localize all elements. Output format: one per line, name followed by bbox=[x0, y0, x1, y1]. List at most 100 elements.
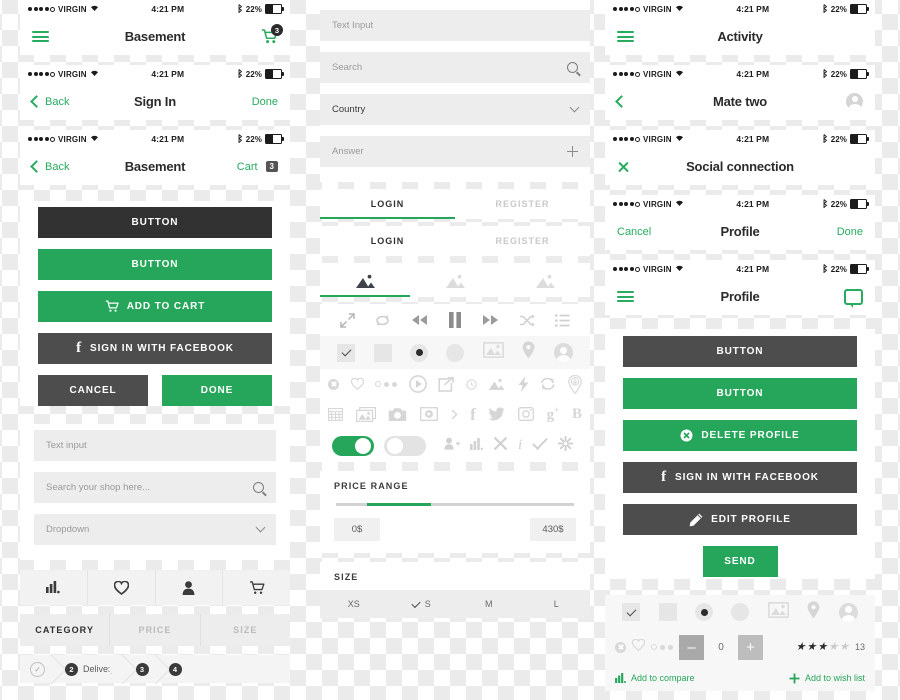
pause-icon[interactable] bbox=[448, 312, 462, 328]
country-select-field[interactable]: Country bbox=[320, 94, 590, 125]
tab-register[interactable]: REGISTER bbox=[455, 226, 590, 256]
info-icon[interactable]: i bbox=[518, 437, 522, 454]
repeat-icon[interactable] bbox=[375, 314, 391, 327]
close-circle-icon[interactable] bbox=[615, 641, 626, 653]
bars-icon[interactable] bbox=[470, 437, 483, 455]
add-to-cart-button[interactable]: ADD TO CART bbox=[38, 291, 272, 322]
image-icon[interactable] bbox=[488, 378, 506, 391]
camera-icon[interactable] bbox=[388, 407, 407, 422]
heart-icon[interactable] bbox=[631, 638, 646, 656]
done-button[interactable]: Done bbox=[837, 226, 863, 238]
search-icon-wrap[interactable] bbox=[567, 62, 578, 73]
facebook-signin-button[interactable]: f SIGN IN WITH FACEBOOK bbox=[38, 333, 272, 364]
radio-empty[interactable] bbox=[731, 603, 750, 621]
play-circle-icon[interactable] bbox=[408, 375, 427, 393]
tab-profile[interactable] bbox=[156, 570, 224, 605]
grid-icon[interactable] bbox=[328, 407, 343, 421]
text-input-field[interactable]: Text input bbox=[34, 430, 276, 461]
tab-stats[interactable] bbox=[20, 570, 88, 605]
radio-empty[interactable] bbox=[446, 343, 465, 362]
cancel-button[interactable]: Cancel bbox=[617, 226, 651, 238]
video-icon[interactable] bbox=[419, 407, 438, 421]
radio-selected[interactable] bbox=[695, 603, 714, 621]
dots-icon[interactable] bbox=[651, 644, 673, 650]
cart-link[interactable]: Cart 3 bbox=[237, 161, 278, 173]
image-tab-1[interactable] bbox=[320, 263, 410, 297]
hamburger-button[interactable] bbox=[617, 291, 634, 302]
size-option-xs[interactable]: XS bbox=[320, 599, 388, 609]
rewind-icon[interactable] bbox=[411, 314, 428, 326]
clock-icon[interactable] bbox=[465, 378, 477, 390]
text-input-field[interactable]: Text Input bbox=[320, 10, 590, 41]
avatar-icon[interactable] bbox=[838, 602, 858, 622]
google-plus-icon[interactable]: g+ bbox=[547, 405, 560, 424]
cancel-button[interactable]: CANCEL bbox=[38, 375, 148, 406]
settings-icon[interactable] bbox=[558, 435, 574, 456]
segment-price[interactable]: PRICE bbox=[110, 614, 201, 646]
size-option-m[interactable]: M bbox=[455, 599, 523, 609]
fast-forward-icon[interactable] bbox=[482, 314, 499, 326]
image-icon[interactable] bbox=[482, 341, 504, 363]
heart-icon[interactable] bbox=[350, 378, 364, 390]
checkbox-checked[interactable] bbox=[622, 603, 641, 621]
check-icon[interactable] bbox=[532, 437, 548, 455]
add-to-compare-link[interactable]: Add to compare bbox=[615, 673, 695, 683]
pin-download-icon[interactable] bbox=[568, 374, 582, 394]
toggle-on[interactable] bbox=[332, 435, 374, 456]
radio-selected[interactable] bbox=[410, 343, 429, 362]
checkbox-checked[interactable] bbox=[337, 343, 356, 362]
checkbox-empty[interactable] bbox=[373, 343, 392, 362]
tab-register[interactable]: REGISTER bbox=[455, 189, 590, 219]
rating-stars[interactable]: ★ ★ ★ ★ ★ 13 bbox=[796, 641, 865, 653]
close-circle-icon[interactable] bbox=[328, 378, 339, 390]
tab-login[interactable]: LOGIN bbox=[320, 189, 455, 219]
dropdown-field[interactable]: Dropdown bbox=[34, 514, 276, 545]
done-button[interactable]: DONE bbox=[162, 375, 272, 406]
shuffle-icon[interactable] bbox=[519, 314, 535, 327]
chat-button[interactable] bbox=[844, 288, 863, 308]
pin-icon[interactable] bbox=[522, 341, 535, 364]
cart-button[interactable]: 3 bbox=[261, 24, 283, 44]
blogger-icon[interactable]: B bbox=[572, 406, 582, 423]
refresh-icon[interactable] bbox=[540, 377, 556, 391]
pin-icon[interactable] bbox=[807, 600, 820, 624]
tab-login[interactable]: LOGIN bbox=[320, 226, 455, 256]
expand-icon[interactable] bbox=[340, 312, 355, 328]
facebook-icon[interactable]: f bbox=[470, 406, 476, 423]
done-button[interactable]: Done bbox=[252, 96, 278, 108]
step-2[interactable]: 2 Delivery bbox=[55, 655, 126, 683]
hamburger-button[interactable] bbox=[617, 31, 634, 42]
answer-field[interactable]: Answer bbox=[320, 136, 590, 167]
image-tab-3[interactable] bbox=[500, 263, 590, 297]
edit-profile-button[interactable]: EDIT PROFILE bbox=[623, 504, 857, 535]
size-option-s[interactable]: S bbox=[388, 598, 456, 609]
toggle-off[interactable] bbox=[384, 435, 426, 456]
checkbox-empty[interactable] bbox=[658, 603, 677, 621]
search-field[interactable]: Search your shop here... bbox=[34, 472, 276, 503]
add-to-wishlist-link[interactable]: Add to wish list bbox=[789, 673, 865, 684]
dots-icon[interactable] bbox=[375, 381, 398, 387]
tab-cart[interactable] bbox=[223, 570, 290, 605]
button-primary-dark[interactable]: BUTTON bbox=[38, 207, 272, 238]
button-green[interactable]: BUTTON bbox=[623, 378, 857, 409]
tab-favorites[interactable] bbox=[88, 570, 156, 605]
profile-avatar-button[interactable] bbox=[846, 93, 863, 110]
close-icon[interactable] bbox=[493, 436, 508, 456]
gallery-icon[interactable] bbox=[355, 406, 376, 422]
back-button[interactable]: Back bbox=[30, 95, 69, 108]
size-option-l[interactable]: L bbox=[523, 599, 591, 609]
share-icon[interactable] bbox=[438, 376, 454, 392]
user-add-icon[interactable] bbox=[444, 437, 460, 455]
button-gray[interactable]: BUTTON bbox=[623, 336, 857, 367]
twitter-icon[interactable] bbox=[488, 407, 505, 421]
quantity-minus-button[interactable]: – bbox=[679, 634, 704, 660]
send-button[interactable]: SEND bbox=[702, 546, 778, 577]
button-primary-green[interactable]: BUTTON bbox=[38, 249, 272, 280]
instagram-icon[interactable] bbox=[518, 407, 534, 421]
segment-size[interactable]: SIZE bbox=[201, 614, 290, 646]
facebook-signin-button[interactable]: f SIGN IN WITH FACEBOOK bbox=[623, 462, 857, 493]
playlist-icon[interactable] bbox=[555, 313, 570, 327]
chevron-right-icon[interactable] bbox=[451, 408, 458, 420]
back-button[interactable] bbox=[615, 95, 628, 108]
quantity-plus-button[interactable]: + bbox=[738, 634, 763, 660]
